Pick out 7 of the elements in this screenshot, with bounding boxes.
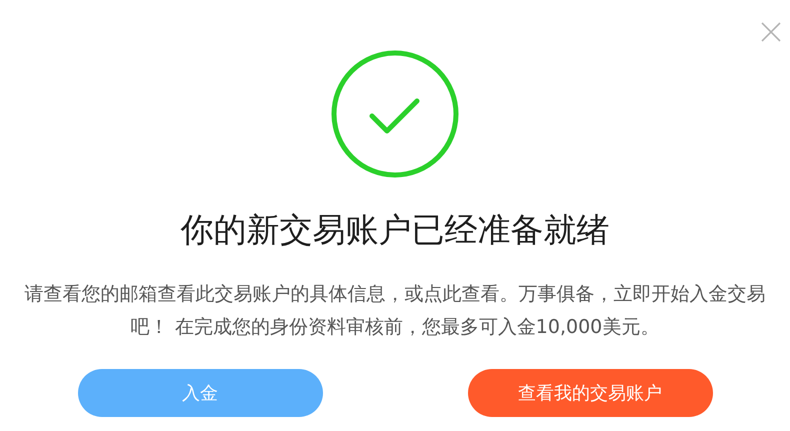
success-check-icon [331,50,459,178]
dialog-message: 请查看您的邮箱查看此交易账户的具体信息，或点此查看。万事俱备，立即开始入金交易吧！ 在完成您的身份资料审核前，您最多可入金10,000美元。 [24,282,766,340]
close-icon [761,22,781,42]
close-button[interactable] [759,20,783,44]
deposit-button[interactable]: 入金 [78,369,322,417]
view-account-button[interactable]: 查看我的交易账户 [468,369,712,417]
dialog-title: 你的新交易账户已经准备就绪 [180,209,610,251]
